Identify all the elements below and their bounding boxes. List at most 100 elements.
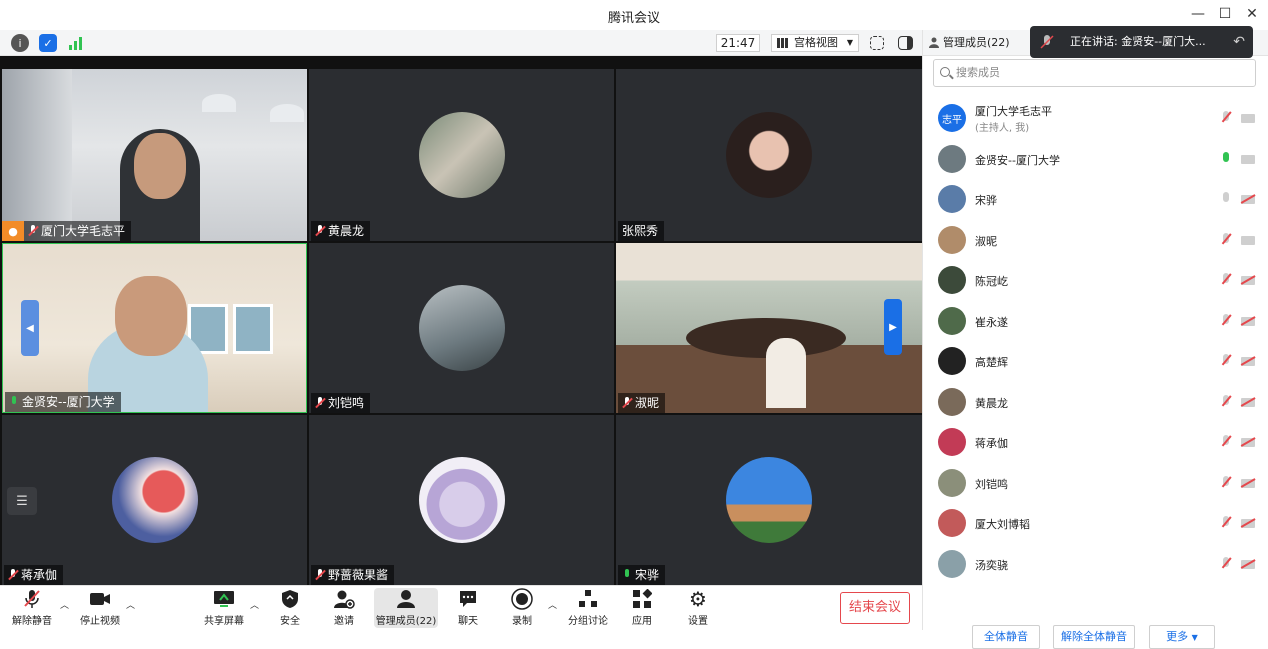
camera-icon[interactable] bbox=[1241, 114, 1255, 123]
meeting-clock: 21:47 bbox=[716, 34, 760, 52]
mic-muted-icon[interactable] bbox=[1221, 394, 1231, 409]
camera-off-icon[interactable] bbox=[1241, 316, 1255, 326]
camera-icon[interactable] bbox=[1241, 154, 1255, 164]
video-tile[interactable]: 宋骅 bbox=[616, 415, 922, 585]
member-row[interactable]: 黄晨龙 bbox=[923, 382, 1268, 422]
video-tile[interactable]: 张熙秀 bbox=[616, 69, 922, 241]
chevron-down-icon: ▼ bbox=[846, 38, 853, 47]
camera-off-icon[interactable] bbox=[1241, 438, 1255, 447]
more-button[interactable]: 更多 ▼ bbox=[1149, 625, 1215, 649]
sidebar-toggle-icon[interactable] bbox=[898, 36, 913, 50]
manage-members-button[interactable]: 管理成员(22) bbox=[374, 588, 438, 628]
mic-muted-icon bbox=[622, 397, 632, 409]
camera-off-icon[interactable] bbox=[1241, 397, 1255, 407]
member-row[interactable]: 淑昵 bbox=[923, 220, 1268, 260]
microphone-icon[interactable] bbox=[1221, 151, 1231, 166]
unmute-button[interactable]: 解除静音 bbox=[4, 588, 60, 627]
record-button[interactable]: 录制 bbox=[494, 588, 550, 627]
page-left-arrow[interactable]: ◀ bbox=[21, 300, 39, 356]
video-tile-active-speaker[interactable]: ◀ 金贤安--厦门大学 bbox=[2, 243, 307, 413]
member-search-input[interactable]: 搜索成员 bbox=[933, 59, 1256, 87]
video-tile[interactable]: ☰ 蒋承伽 bbox=[2, 415, 307, 585]
apps-icon bbox=[631, 588, 653, 610]
camera-off-icon[interactable] bbox=[1241, 276, 1255, 285]
mic-muted-icon[interactable] bbox=[1221, 111, 1231, 125]
chevron-up-icon[interactable]: ︿ bbox=[548, 598, 557, 611]
mic-on-icon bbox=[622, 569, 632, 581]
camera-icon[interactable] bbox=[1241, 235, 1255, 245]
invite-button[interactable]: 邀请 bbox=[316, 588, 372, 627]
member-row[interactable]: 金贤安--厦门大学 bbox=[923, 139, 1268, 179]
chevron-up-icon[interactable]: ︿ bbox=[250, 598, 259, 611]
settings-button[interactable]: ⚙ 设置 bbox=[670, 587, 726, 627]
fullscreen-icon[interactable] bbox=[870, 36, 884, 50]
minimize-icon[interactable]: — bbox=[1189, 5, 1207, 23]
mic-muted-icon[interactable] bbox=[1221, 273, 1231, 287]
security-button[interactable]: 安全 bbox=[262, 588, 318, 627]
window-title: 腾讯会议 bbox=[607, 11, 660, 26]
member-row[interactable]: 高楚辉 bbox=[923, 341, 1268, 381]
member-avatar bbox=[938, 549, 966, 578]
members-icon bbox=[929, 37, 939, 48]
camera-off-icon[interactable] bbox=[1241, 195, 1255, 204]
mic-muted-icon[interactable] bbox=[1221, 475, 1231, 490]
record-icon bbox=[511, 588, 533, 610]
member-avatar bbox=[938, 387, 966, 416]
view-mode-select[interactable]: 宫格视图 ▼ bbox=[771, 34, 859, 52]
chat-button[interactable]: 聊天 bbox=[440, 588, 496, 627]
member-row[interactable]: 陈冠屹 bbox=[923, 260, 1268, 300]
list-icon[interactable]: ☰ bbox=[7, 487, 37, 515]
video-tile[interactable]: 野蔷薇果酱 bbox=[309, 415, 614, 585]
undo-icon[interactable]: ↶ bbox=[1233, 26, 1245, 58]
mic-muted-icon[interactable] bbox=[1221, 435, 1231, 449]
mic-muted-icon[interactable] bbox=[1221, 516, 1231, 530]
tile-nametag: 刘铠鸣 bbox=[311, 393, 371, 413]
members-panel: 管理成员(22) 搜索成员 志平 厦门大学毛志平 (主持人, 我) 金贤安--厦门大学… bbox=[922, 30, 1268, 649]
end-meeting-button[interactable]: 结束会议 bbox=[840, 592, 910, 624]
maximize-icon[interactable]: ☐ bbox=[1216, 5, 1234, 23]
camera-off-icon[interactable] bbox=[1241, 559, 1255, 569]
apps-button[interactable]: 应用 bbox=[614, 588, 670, 627]
video-tile[interactable]: 黄晨龙 bbox=[309, 69, 614, 241]
unmute-all-button[interactable]: 解除全体静音 bbox=[1053, 625, 1135, 649]
page-right-arrow[interactable]: ▶ bbox=[884, 299, 902, 355]
video-tile[interactable]: 刘铠鸣 bbox=[309, 243, 614, 413]
member-row[interactable]: 志平 厦门大学毛志平 (主持人, 我) bbox=[923, 98, 1268, 138]
microphone-icon[interactable] bbox=[1221, 192, 1231, 206]
member-name: 高楚辉 bbox=[975, 356, 1008, 369]
video-tile[interactable]: ● 厦门大学毛志平 bbox=[2, 69, 307, 241]
camera-off-icon[interactable] bbox=[1241, 519, 1255, 528]
member-row[interactable]: 蒋承伽 bbox=[923, 422, 1268, 462]
mute-all-button[interactable]: 全体静音 bbox=[972, 625, 1040, 649]
video-tile[interactable]: ▶ 淑昵 bbox=[616, 243, 922, 413]
info-icon[interactable]: i bbox=[11, 34, 29, 52]
member-row[interactable]: 刘铠鸣 bbox=[923, 463, 1268, 503]
chat-icon bbox=[457, 588, 479, 610]
share-screen-button[interactable]: 共享屏幕 bbox=[196, 588, 252, 627]
window-background bbox=[2, 69, 72, 241]
signal-icon[interactable] bbox=[67, 34, 85, 52]
camera-off-icon[interactable] bbox=[1241, 357, 1255, 366]
member-avatar bbox=[938, 144, 966, 173]
shield-icon[interactable]: ✓ bbox=[39, 34, 57, 52]
mic-muted-icon[interactable] bbox=[1221, 313, 1231, 328]
member-avatar bbox=[938, 509, 966, 537]
stop-video-button[interactable]: 停止视频 bbox=[72, 588, 128, 627]
member-row[interactable]: 崔永遂 bbox=[923, 301, 1268, 341]
breakout-button[interactable]: 分组讨论 bbox=[560, 588, 616, 627]
close-icon[interactable]: ✕ bbox=[1243, 5, 1261, 23]
mic-muted-icon[interactable] bbox=[1221, 354, 1231, 368]
participant-avatar bbox=[418, 285, 505, 371]
member-row[interactable]: 厦大刘博韬 bbox=[923, 503, 1268, 543]
gear-icon: ⚙ bbox=[689, 587, 707, 611]
camera-off-icon[interactable] bbox=[1241, 478, 1255, 488]
member-avatar bbox=[938, 225, 966, 254]
chevron-up-icon[interactable]: ︿ bbox=[60, 598, 69, 611]
mic-muted-icon[interactable] bbox=[1221, 232, 1231, 247]
chevron-up-icon[interactable]: ︿ bbox=[126, 598, 135, 611]
person-face bbox=[115, 276, 187, 356]
member-row[interactable]: 宋骅 bbox=[923, 179, 1268, 219]
mic-muted-icon[interactable] bbox=[1221, 556, 1231, 571]
person-face bbox=[134, 133, 186, 199]
member-row[interactable]: 汤奕骁 bbox=[923, 544, 1268, 584]
